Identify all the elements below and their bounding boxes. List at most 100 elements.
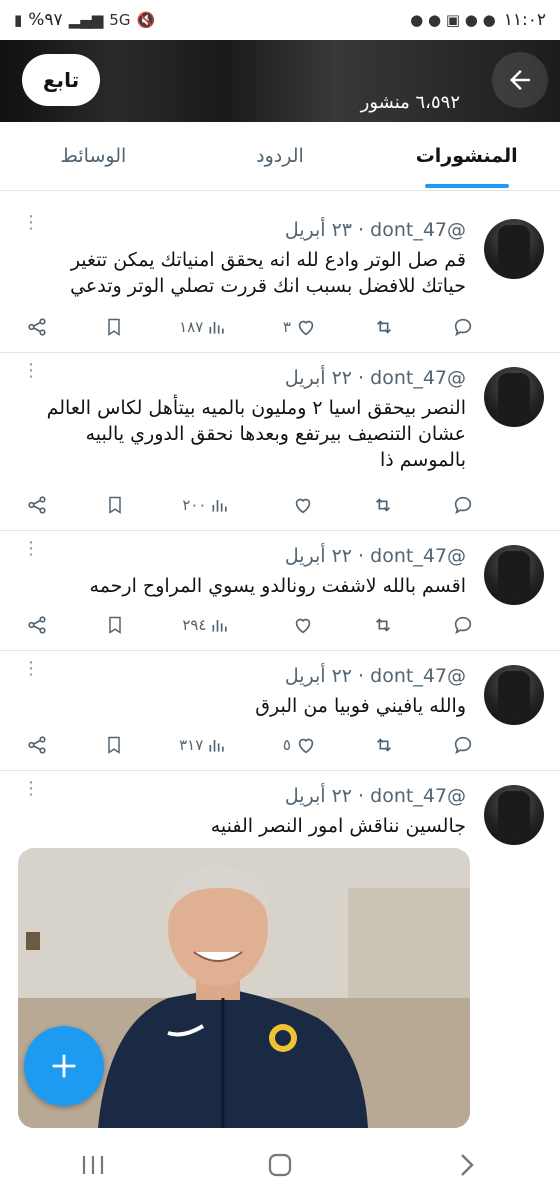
share-icon	[28, 496, 46, 514]
retweet-icon	[375, 618, 390, 632]
tab-replies[interactable]: الردود	[187, 122, 374, 190]
share-button[interactable]	[26, 494, 48, 516]
tweet[interactable]: @dont_47 · ٢٢ أبريل ⋮ والله يافيني فوبيا…	[0, 651, 560, 771]
mute-icon: 🔇	[136, 11, 156, 29]
tweet-text: اقسم بالله لاشفت رونالدو يسوي المراوح ار…	[89, 575, 466, 597]
more-vertical-icon[interactable]: ⋮	[22, 362, 40, 380]
views-count: ١٨٧	[179, 318, 204, 336]
tab-label: الردود	[256, 145, 304, 167]
system-nav-bar	[0, 1130, 560, 1200]
profile-tabs: المنشورات الردود الوسائط	[0, 122, 560, 191]
arrow-left-icon	[510, 70, 530, 90]
like-button[interactable]	[288, 614, 314, 636]
heart-icon	[298, 320, 314, 336]
tab-media[interactable]: الوسائط	[0, 122, 187, 190]
views-button[interactable]: ٢٠٠	[182, 495, 230, 515]
views-icon	[212, 500, 228, 512]
retweet-icon	[377, 320, 392, 334]
like-button[interactable]: ٥	[283, 734, 317, 756]
recent-apps-icon	[83, 1156, 104, 1174]
home-button[interactable]	[250, 1145, 310, 1185]
status-left: ▮ %٩٧ ▂▄▆ 5G 🔇	[14, 10, 155, 30]
bookmark-icon	[109, 616, 121, 634]
follow-button[interactable]: تابع	[22, 54, 100, 106]
views-icon	[209, 740, 224, 752]
compose-button[interactable]	[24, 1026, 104, 1106]
tweet-header: @dont_47 · ٢٣ أبريل	[284, 219, 466, 241]
tweet-date: ٢٢ أبريل	[284, 785, 353, 807]
back-button[interactable]	[492, 52, 548, 108]
retweet-icon	[375, 498, 390, 512]
tweet[interactable]: @dont_47 · ٢٣ أبريل ⋮ قم صل الوتر وادع ل…	[0, 205, 560, 353]
share-icon	[28, 318, 46, 336]
avatar[interactable]	[484, 665, 544, 725]
views-button[interactable]: ١٨٧	[179, 317, 227, 337]
reply-icon	[454, 616, 472, 635]
tab-posts[interactable]: المنشورات	[373, 122, 560, 190]
recent-apps-button[interactable]	[63, 1145, 123, 1185]
tweet[interactable]: @dont_47 · ٢٢ أبريل ⋮ النصر بيحقق اسيا ٢…	[0, 353, 560, 531]
more-vertical-icon[interactable]: ⋮	[22, 660, 40, 678]
avatar[interactable]	[484, 219, 544, 279]
bookmark-button[interactable]	[104, 734, 124, 756]
retweet-button[interactable]	[371, 494, 395, 516]
retweet-button[interactable]	[372, 316, 396, 338]
like-button[interactable]	[288, 494, 314, 516]
tweet-handle: @dont_47	[370, 785, 466, 807]
battery-icon: ▮	[14, 11, 23, 29]
reply-button[interactable]	[452, 494, 474, 516]
tweet-text: والله يافيني فوبيا من البرق	[255, 695, 466, 717]
views-icon	[209, 322, 224, 334]
tweet-date: ٢٣ أبريل	[284, 219, 353, 241]
bookmark-icon	[107, 736, 120, 754]
share-button[interactable]	[26, 734, 48, 756]
tweet-date: ٢٢ أبريل	[284, 545, 353, 567]
reply-button[interactable]	[452, 316, 474, 338]
like-button[interactable]: ٣	[283, 316, 317, 338]
plus-icon	[52, 1054, 76, 1078]
avatar[interactable]	[484, 545, 544, 605]
bookmark-button[interactable]	[105, 494, 125, 516]
views-button[interactable]: ٣١٧	[179, 735, 227, 755]
tweet-header: @dont_47 · ٢٢ أبريل	[284, 785, 466, 807]
avatar[interactable]	[484, 367, 544, 427]
views-button[interactable]: ٢٩٤	[182, 615, 230, 635]
profile-header: تابع ٦،٥٩٢ منشور	[0, 40, 560, 122]
tweet-handle: @dont_47	[370, 219, 466, 241]
tweet-actions: ٢٩٤	[26, 611, 474, 639]
share-button[interactable]	[26, 614, 48, 636]
bookmark-button[interactable]	[104, 316, 124, 338]
active-tab-indicator	[424, 184, 509, 188]
reply-button[interactable]	[452, 734, 474, 756]
more-vertical-icon[interactable]: ⋮	[22, 540, 40, 558]
reply-button[interactable]	[452, 614, 474, 636]
views-icon	[212, 620, 228, 632]
more-vertical-icon[interactable]: ⋮	[22, 214, 40, 232]
views-count: ٢٠٠	[182, 496, 207, 514]
share-button[interactable]	[26, 316, 48, 338]
tweet[interactable]: @dont_47 · ٢٢ أبريل ⋮ اقسم بالله لاشفت ر…	[0, 531, 560, 651]
reply-icon	[454, 736, 472, 755]
retweet-button[interactable]	[371, 614, 395, 636]
tweet-handle: @dont_47	[370, 545, 466, 567]
like-count: ٣	[282, 318, 291, 336]
tweet-date: ٢٢ أبريل	[284, 665, 353, 687]
share-icon	[28, 616, 46, 634]
tweet-date: ٢٢ أبريل	[284, 367, 353, 389]
status-bar: ▮ %٩٧ ▂▄▆ 5G 🔇 ● ● ▣ ● ● ١١:٠٢	[0, 0, 560, 40]
like-count: ٥	[282, 736, 291, 754]
retweet-button[interactable]	[372, 734, 396, 756]
clock: ١١:٠٢	[503, 10, 546, 30]
tweet-text: جالسين نناقش امور النصر الفنيه	[210, 815, 466, 837]
notification-icons: ● ● ▣ ● ●	[410, 11, 496, 29]
heart-icon	[295, 618, 310, 634]
more-vertical-icon[interactable]: ⋮	[22, 780, 40, 798]
tab-label: الوسائط	[60, 145, 127, 167]
tweet-handle: @dont_47	[370, 367, 466, 389]
views-count: ٣١٧	[179, 736, 204, 754]
avatar[interactable]	[484, 785, 544, 845]
bookmark-button[interactable]	[105, 614, 125, 636]
bookmark-icon	[109, 496, 121, 514]
back-nav-button[interactable]	[437, 1145, 497, 1185]
tweet-header: @dont_47 · ٢٢ أبريل	[284, 545, 466, 567]
